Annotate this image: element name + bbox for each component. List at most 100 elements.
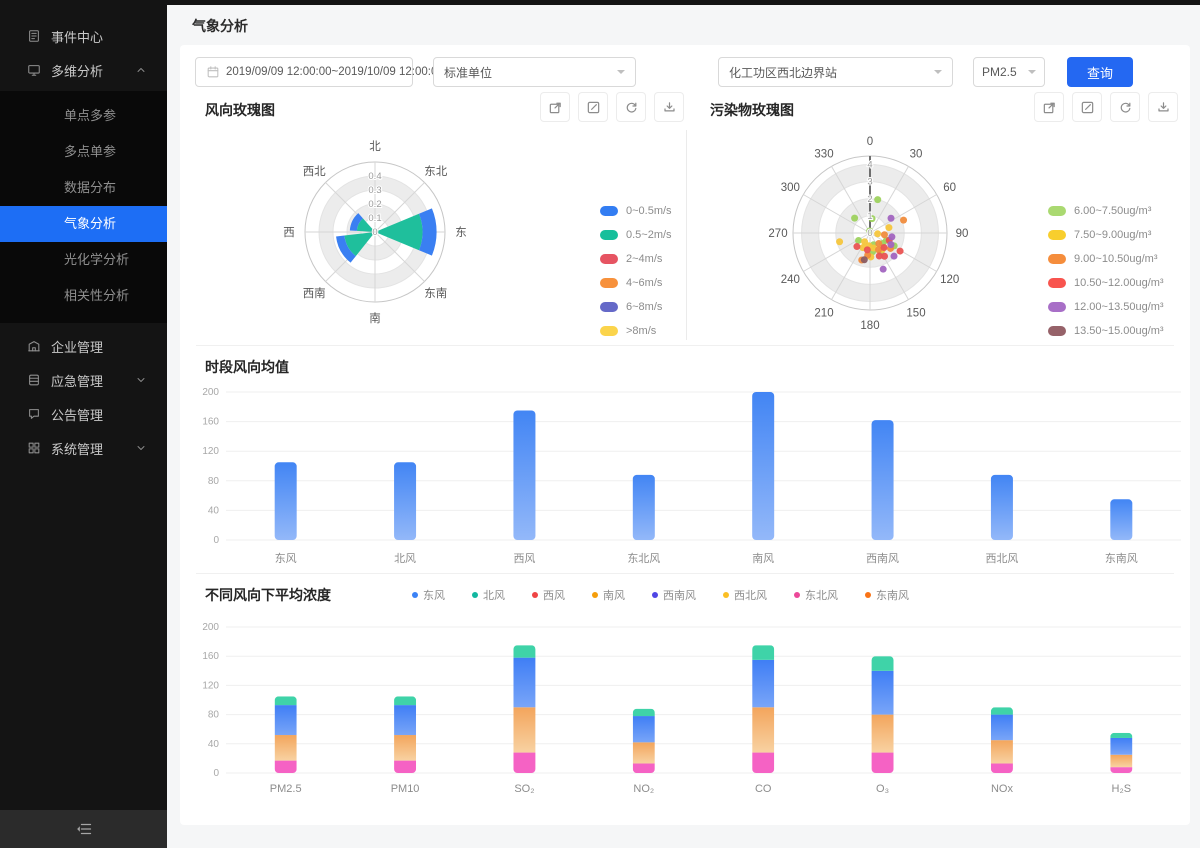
svg-text:0: 0 [867,136,873,148]
svg-text:西南风: 西南风 [866,552,899,565]
legend-item[interactable]: 9.00~10.50ug/m³ [1048,253,1164,265]
sidebar-item-1[interactable]: 多维分析 [0,53,167,87]
refresh-button[interactable] [1110,92,1140,122]
export-button[interactable] [540,92,570,122]
svg-text:40: 40 [208,739,220,750]
avg-by-wind-legend: 东风 北风 西风 南风 西南风 西北风 东北风 东南风 [412,587,909,603]
sidebar-submenu: 单点多参多点单参数据分布气象分析光化学分析相关性分析 [0,91,167,323]
legend-item[interactable]: 北风 [472,587,505,603]
sidebar-subitem-多点单参[interactable]: 多点单参 [0,134,167,170]
legend-dot [652,592,658,598]
pollutant-rose-chart: 432100306090120150180210240270300330 [740,115,1000,354]
sidebar-subitem-数据分布[interactable]: 数据分布 [0,170,167,206]
legend-item[interactable]: 西南风 [652,587,696,603]
legend-item[interactable]: 2~4m/s [600,253,672,265]
legend-item[interactable]: 东风 [412,587,445,603]
svg-text:210: 210 [814,308,833,320]
legend-item[interactable]: 东北风 [794,587,838,603]
legend-item[interactable]: 13.50~15.00ug/m³ [1048,325,1164,337]
legend-item[interactable]: 12.00~13.50ug/m³ [1048,301,1164,313]
sidebar-subitem-光化学分析[interactable]: 光化学分析 [0,242,167,278]
legend-label: 2~4m/s [626,253,662,265]
svg-text:O₃: O₃ [876,783,889,795]
notice-icon [27,407,41,421]
svg-text:北: 北 [369,140,381,153]
chevron-down-icon [135,374,147,386]
menu-fold-icon [76,821,92,837]
legend-item[interactable]: 西北风 [723,587,767,603]
sidebar-subitem-单点多参[interactable]: 单点多参 [0,98,167,134]
edit-button[interactable] [1072,92,1102,122]
sidebar-item-label: 事件中心 [51,27,103,46]
svg-text:东南: 东南 [424,286,447,300]
unit-select[interactable]: 标准单位 [433,57,636,87]
avg-by-wind-title: 不同风向下平均浓度 [205,585,331,605]
download-button[interactable] [654,92,684,122]
sidebar-subitem-相关性分析[interactable]: 相关性分析 [0,278,167,314]
svg-text:0: 0 [372,227,377,238]
sidebar-item-2[interactable]: 企业管理 [0,329,167,363]
download-button[interactable] [1148,92,1178,122]
legend-swatch [600,230,618,240]
legend-item[interactable]: 10.50~12.00ug/m³ [1048,277,1164,289]
legend-label: 9.00~10.50ug/m³ [1074,253,1157,265]
grid-icon [27,441,41,455]
refresh-button[interactable] [616,92,646,122]
legend-item[interactable]: 6~8m/s [600,301,672,313]
station-select[interactable]: 化工功区西北边界站 [718,57,953,87]
svg-text:NOx: NOx [991,783,1014,795]
sidebar-item-3[interactable]: 应急管理 [0,363,167,397]
sidebar-collapse-button[interactable] [0,810,167,848]
legend-item[interactable]: 7.50~9.00ug/m³ [1048,229,1164,241]
legend-label: 4~6m/s [626,277,662,289]
sidebar: 事件中心多维分析单点多参多点单参数据分布气象分析光化学分析相关性分析企业管理应急… [0,0,167,848]
legend-label: 13.50~15.00ug/m³ [1074,325,1164,337]
legend-dot [723,592,729,598]
legend-swatch [600,206,618,216]
svg-text:120: 120 [940,274,959,286]
legend-item[interactable]: 南风 [592,587,625,603]
svg-text:西: 西 [283,227,295,239]
sidebar-item-5[interactable]: 系统管理 [0,431,167,465]
legend-label: 0~0.5m/s [626,205,672,217]
svg-text:西风: 西风 [513,552,535,565]
caret-down-icon [1028,70,1036,78]
svg-text:3: 3 [867,177,872,188]
legend-item[interactable]: 西风 [532,587,565,603]
sidebar-item-0[interactable]: 事件中心 [0,19,167,53]
legend-item[interactable]: >8m/s [600,325,672,337]
svg-text:东风: 东风 [275,552,297,565]
edit-icon [1080,100,1095,115]
legend-label: >8m/s [626,325,656,337]
analysis-panel: 2019/09/09 12:00:00~2019/10/09 12:00:00 … [180,45,1190,825]
edit-button[interactable] [578,92,608,122]
search-button[interactable]: 查询 [1067,57,1133,87]
legend-label: 西风 [543,587,565,603]
legend-label: 6~8m/s [626,301,662,313]
legend-label: 西北风 [734,587,767,603]
legend-item[interactable]: 6.00~7.50ug/m³ [1048,205,1164,217]
legend-label: 7.50~9.00ug/m³ [1074,229,1151,241]
calendar-icon [206,65,220,79]
export-button[interactable] [1034,92,1064,122]
pollutant-select[interactable]: PM2.5 [973,57,1045,87]
svg-text:西北风: 西北风 [985,552,1018,565]
svg-text:西北: 西北 [303,165,326,178]
avg-by-wind-stacked-chart: 04080120160200PM2.5PM10SO₂NO₂COO₃NOxH₂S [196,613,1186,830]
date-range-picker[interactable]: 2019/09/09 12:00:00~2019/10/09 12:00:00 [195,57,413,87]
date-range-value: 2019/09/09 12:00:00~2019/10/09 12:00:00 [226,66,444,78]
legend-item[interactable]: 东南风 [865,587,909,603]
svg-text:200: 200 [202,387,219,398]
svg-text:120: 120 [202,680,219,691]
sidebar-item-4[interactable]: 公告管理 [0,397,167,431]
legend-item[interactable]: 0~0.5m/s [600,205,672,217]
refresh-icon [1118,100,1133,115]
svg-text:40: 40 [208,505,220,516]
legend-item[interactable]: 4~6m/s [600,277,672,289]
legend-swatch [1048,254,1066,264]
svg-text:120: 120 [202,446,219,457]
unit-select-value: 标准单位 [444,64,492,81]
svg-text:NO₂: NO₂ [633,783,654,795]
legend-item[interactable]: 0.5~2m/s [600,229,672,241]
sidebar-subitem-气象分析[interactable]: 气象分析 [0,206,167,242]
